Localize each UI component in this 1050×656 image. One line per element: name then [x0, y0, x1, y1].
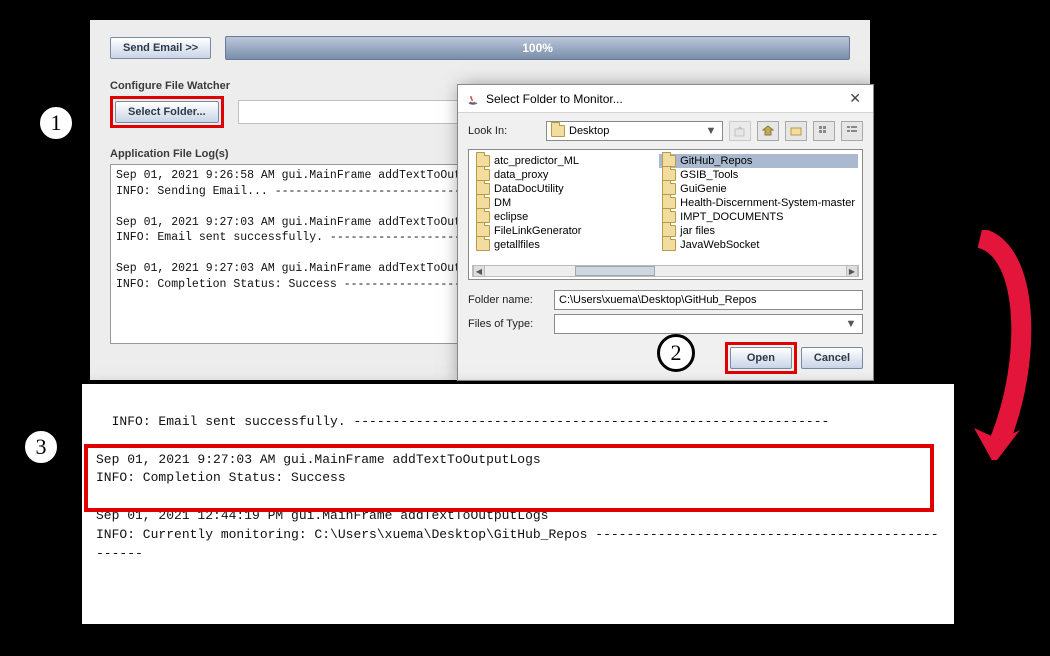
- list-item-label: FileLinkGenerator: [494, 225, 581, 237]
- list-item[interactable]: FileLinkGenerator: [473, 224, 659, 238]
- list-item[interactable]: eclipse: [473, 210, 659, 224]
- list-item[interactable]: GSIB_Tools: [659, 168, 858, 182]
- file-list[interactable]: atc_predictor_ML data_proxy DataDocUtility…: [468, 149, 863, 280]
- list-item[interactable]: data_proxy: [473, 168, 659, 182]
- list-item-label: GSIB_Tools: [680, 169, 738, 181]
- lookin-label: Look In:: [468, 125, 540, 137]
- detail-view-button[interactable]: [841, 121, 863, 141]
- close-icon[interactable]: ✕: [845, 90, 865, 107]
- list-item-label: Health-Discernment-System-master: [680, 197, 855, 209]
- list-item[interactable]: Health-Discernment-System-master: [659, 196, 858, 210]
- list-item[interactable]: IMPT_DOCUMENTS: [659, 210, 858, 224]
- open-button[interactable]: Open: [730, 347, 792, 369]
- dialog-titlebar: Select Folder to Monitor... ✕: [458, 85, 873, 113]
- dialog-title-text: Select Folder to Monitor...: [486, 92, 623, 106]
- up-level-button[interactable]: [729, 121, 751, 141]
- lookin-select[interactable]: Desktop ▼: [546, 121, 723, 141]
- folder-icon: [551, 125, 565, 137]
- highlight-monitoring-line: [84, 444, 934, 512]
- list-item-label: getallfiles: [494, 239, 540, 251]
- cancel-button[interactable]: Cancel: [801, 347, 863, 369]
- list-item[interactable]: GitHub_Repos: [659, 154, 858, 168]
- send-email-button[interactable]: Send Email >>: [110, 37, 211, 59]
- callout-3: 3: [22, 428, 60, 466]
- list-item[interactable]: DM: [473, 196, 659, 210]
- output-log-panel[interactable]: INFO: Email sent successfully. ---------…: [82, 384, 954, 624]
- home-button[interactable]: [757, 121, 779, 141]
- folder-icon: [662, 239, 676, 251]
- list-item-label: jar files: [680, 225, 715, 237]
- foldername-label: Folder name:: [468, 294, 548, 306]
- list-item[interactable]: GuiGenie: [659, 182, 858, 196]
- horizontal-scrollbar[interactable]: ◀ ▶: [472, 265, 859, 277]
- chevron-down-icon: ▼: [844, 318, 858, 330]
- filetype-label: Files of Type:: [468, 318, 548, 330]
- list-view-button[interactable]: [813, 121, 835, 141]
- list-item[interactable]: jar files: [659, 224, 858, 238]
- callout-2: 2: [657, 334, 695, 372]
- list-item-label: GitHub_Repos: [680, 155, 752, 167]
- list-item-label: DataDocUtility: [494, 183, 564, 195]
- select-folder-button[interactable]: Select Folder...: [115, 101, 219, 123]
- arrow-icon: [960, 230, 1040, 460]
- lookin-value: Desktop: [569, 125, 609, 137]
- java-icon: [466, 92, 480, 106]
- list-item-label: data_proxy: [494, 169, 548, 181]
- folder-name-input[interactable]: [554, 290, 863, 310]
- list-item-label: atc_predictor_ML: [494, 155, 579, 167]
- list-item-label: DM: [494, 197, 511, 209]
- list-item[interactable]: JavaWebSocket: [659, 238, 858, 252]
- highlight-select-folder: Select Folder...: [110, 96, 224, 128]
- list-item-label: IMPT_DOCUMENTS: [680, 211, 783, 223]
- callout-1: 1: [37, 104, 75, 142]
- chevron-down-icon: ▼: [704, 125, 718, 137]
- list-item-label: eclipse: [494, 211, 528, 223]
- list-item-label: JavaWebSocket: [680, 239, 759, 251]
- progress-bar: 100%: [225, 36, 850, 60]
- list-item[interactable]: atc_predictor_ML: [473, 154, 659, 168]
- highlight-open: Open: [725, 342, 797, 374]
- list-item-label: GuiGenie: [680, 183, 726, 195]
- scroll-left-icon[interactable]: ◀: [473, 266, 485, 276]
- new-folder-button[interactable]: [785, 121, 807, 141]
- scroll-right-icon[interactable]: ▶: [846, 266, 858, 276]
- file-type-select[interactable]: ▼: [554, 314, 863, 334]
- progress-label: 100%: [522, 41, 553, 55]
- list-item[interactable]: getallfiles: [473, 238, 659, 252]
- folder-icon: [476, 239, 490, 251]
- list-item[interactable]: DataDocUtility: [473, 182, 659, 196]
